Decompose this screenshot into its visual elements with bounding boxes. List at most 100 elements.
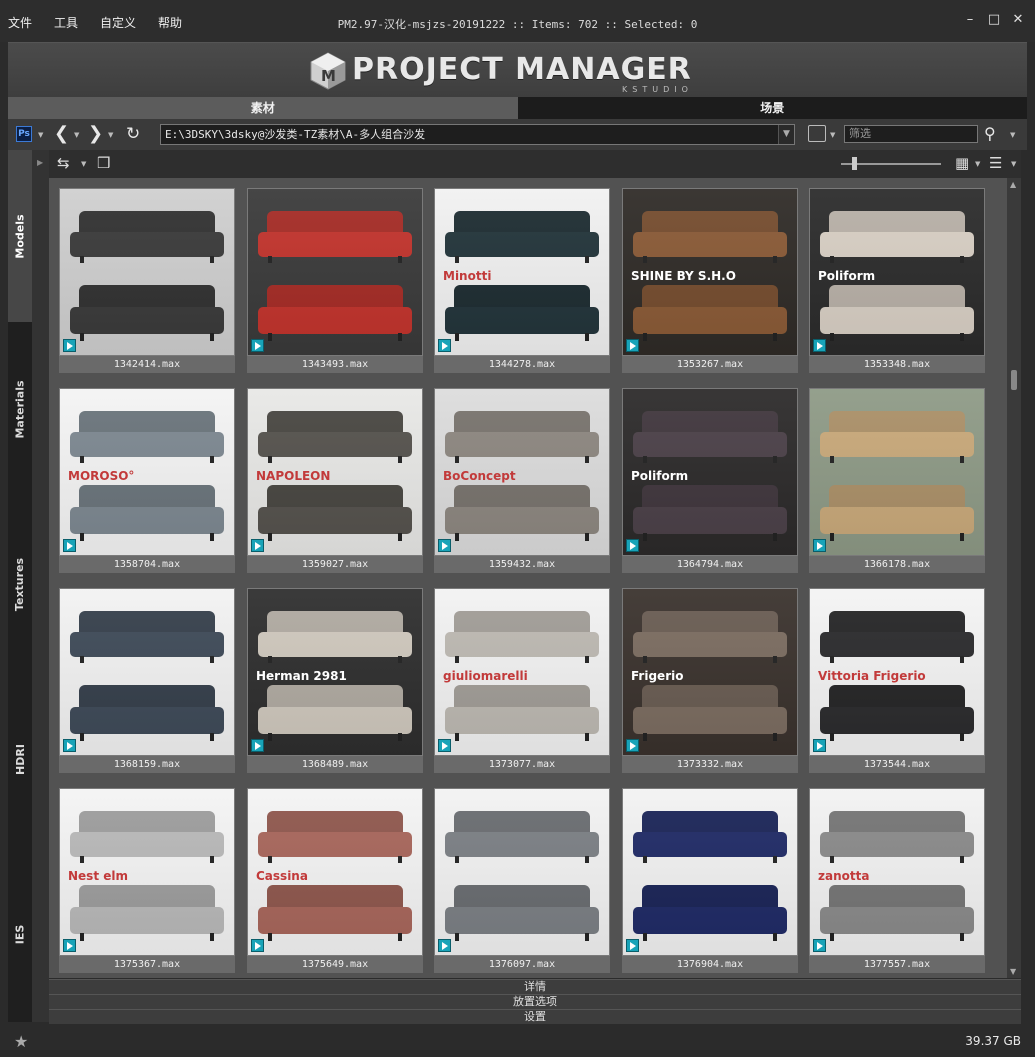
side-tab-ies[interactable]: IES: [8, 847, 32, 1022]
chevron-down-icon[interactable]: ▼: [74, 131, 79, 139]
back-arrow-icon[interactable]: ❮: [54, 124, 69, 144]
asset-thumbnail[interactable]: 1376097.max: [434, 788, 610, 973]
svg-text:M: M: [321, 67, 336, 85]
asset-thumbnail[interactable]: Minotti 1344278.max: [434, 188, 610, 373]
sofa-render: [633, 411, 787, 463]
asset-preview-image: Frigerio: [623, 589, 797, 755]
filter-options-icon[interactable]: [808, 125, 826, 142]
sofa-render: [70, 611, 224, 663]
side-tab-textures[interactable]: Textures: [8, 497, 32, 672]
asset-thumbnail[interactable]: 1376904.max: [622, 788, 798, 973]
max-file-icon: [63, 539, 76, 552]
asset-preview-image: MOROSO°: [60, 389, 234, 555]
asset-preview-image: giuliomarelli: [435, 589, 609, 755]
asset-thumbnail[interactable]: MOROSO° 1358704.max: [59, 388, 235, 573]
favorite-star-icon[interactable]: ★: [14, 1032, 28, 1051]
asset-preview-image: BoConcept: [435, 389, 609, 555]
asset-filename: 1359432.max: [434, 556, 610, 573]
panel-details[interactable]: 详情: [49, 979, 1021, 994]
asset-thumbnail[interactable]: Poliform 1364794.max: [622, 388, 798, 573]
asset-thumbnail[interactable]: 1368159.max: [59, 588, 235, 773]
filter-input[interactable]: 筛选: [844, 125, 978, 143]
side-tab-label: Models: [13, 213, 27, 259]
vertical-scrollbar[interactable]: ▲ ▼: [1007, 178, 1021, 978]
sofa-render: [70, 285, 224, 341]
sofa-render: [445, 885, 599, 941]
panel-splitter[interactable]: ▶: [32, 150, 49, 1022]
maximize-icon[interactable]: □: [987, 13, 1001, 27]
asset-filename: 1353348.max: [809, 356, 985, 373]
navigation-toolbar: Ps ▼ ❮ ▼ ❯ ▼ ↻ E:\3DSKY\3dsky@沙发类-TZ素材\A…: [8, 119, 1027, 150]
sofa-render: [445, 485, 599, 541]
side-tab-materials[interactable]: Materials: [8, 322, 32, 497]
asset-thumbnail[interactable]: Frigerio 1373332.max: [622, 588, 798, 773]
asset-thumbnail[interactable]: 1342414.max: [59, 188, 235, 373]
side-tab-label: Textures: [13, 557, 27, 612]
asset-thumbnail[interactable]: Nest elm 1375367.max: [59, 788, 235, 973]
path-input[interactable]: E:\3DSKY\3dsky@沙发类-TZ素材\A-多人组合沙发: [160, 124, 795, 145]
search-icon[interactable]: ⚲: [984, 124, 996, 143]
minimize-icon[interactable]: –: [963, 13, 977, 27]
slider-handle[interactable]: [852, 157, 857, 170]
panel-placement-options[interactable]: 放置选项: [49, 994, 1021, 1009]
scroll-down-icon[interactable]: ▼: [1010, 967, 1016, 976]
brand-label: Herman 2981: [256, 669, 347, 683]
asset-thumbnail[interactable]: BoConcept 1359432.max: [434, 388, 610, 573]
asset-thumbnail[interactable]: 1366178.max: [809, 388, 985, 573]
asset-thumbnail[interactable]: SHINE BY S.H.O 1353267.max: [622, 188, 798, 373]
asset-filename: 1358704.max: [59, 556, 235, 573]
side-tab-hdri[interactable]: HDRI: [8, 672, 32, 847]
asset-thumbnail[interactable]: Herman 2981 1368489.max: [247, 588, 423, 773]
path-dropdown-icon[interactable]: ▼: [778, 125, 794, 144]
chevron-down-icon[interactable]: ▼: [1010, 131, 1015, 139]
scroll-thumb[interactable]: [1011, 370, 1017, 390]
add-object-icon[interactable]: ❒: [97, 154, 110, 172]
forward-arrow-icon[interactable]: ❯: [88, 124, 103, 144]
asset-thumbnail[interactable]: Cassina 1375649.max: [247, 788, 423, 973]
panel-settings[interactable]: 设置: [49, 1009, 1021, 1024]
asset-thumbnail[interactable]: Poliform 1353348.max: [809, 188, 985, 373]
tab-scenes[interactable]: 场景: [517, 97, 1027, 119]
scroll-up-icon[interactable]: ▲: [1010, 180, 1016, 189]
side-tab-label: HDRI: [13, 744, 27, 775]
side-tab-label: IES: [13, 924, 27, 945]
sofa-render: [445, 811, 599, 863]
asset-thumbnail[interactable]: Vittoria Frigerio 1373544.max: [809, 588, 985, 773]
asset-thumbnail[interactable]: NAPOLEON 1359027.max: [247, 388, 423, 573]
chevron-down-icon[interactable]: ▼: [38, 131, 43, 139]
chevron-down-icon[interactable]: ▼: [108, 131, 113, 139]
banner: M PROJECT MANAGER KSTUDIO: [8, 42, 1027, 97]
chevron-down-icon[interactable]: ▼: [975, 160, 980, 168]
asset-thumbnail[interactable]: zanotta 1377557.max: [809, 788, 985, 973]
tab-assets[interactable]: 素材: [8, 97, 518, 119]
photoshop-icon[interactable]: Ps: [16, 126, 32, 142]
refresh-icon[interactable]: ↻: [126, 124, 140, 144]
grid-view-icon[interactable]: ▦: [955, 154, 969, 172]
max-file-icon: [251, 939, 264, 952]
sofa-render: [258, 411, 412, 463]
close-icon[interactable]: ✕: [1011, 13, 1025, 27]
sort-icon[interactable]: ☰: [989, 154, 1002, 172]
max-file-icon: [438, 939, 451, 952]
chevron-down-icon[interactable]: ▼: [1011, 160, 1016, 168]
side-tab-models[interactable]: Models: [8, 150, 32, 322]
asset-preview-image: Vittoria Frigerio: [810, 589, 984, 755]
asset-preview-image: zanotta: [810, 789, 984, 955]
logo-text: PROJECT MANAGER: [352, 52, 692, 87]
max-file-icon: [251, 539, 264, 552]
sofa-render: [820, 285, 974, 341]
collapse-arrow-icon[interactable]: ▶: [37, 158, 43, 167]
asset-preview-image: [810, 389, 984, 555]
max-file-icon: [438, 539, 451, 552]
sync-icon[interactable]: ⇆: [57, 154, 70, 172]
asset-preview-image: Poliform: [623, 389, 797, 555]
chevron-down-icon[interactable]: ▼: [81, 160, 86, 168]
sofa-render: [633, 811, 787, 863]
status-bar: ★ 39.37 GB: [0, 1025, 1035, 1057]
asset-preview-image: SHINE BY S.H.O: [623, 189, 797, 355]
chevron-down-icon[interactable]: ▼: [830, 131, 835, 139]
brand-label: Minotti: [443, 269, 492, 283]
asset-thumbnail[interactable]: 1343493.max: [247, 188, 423, 373]
asset-thumbnail[interactable]: giuliomarelli 1373077.max: [434, 588, 610, 773]
asset-preview-image: Minotti: [435, 189, 609, 355]
